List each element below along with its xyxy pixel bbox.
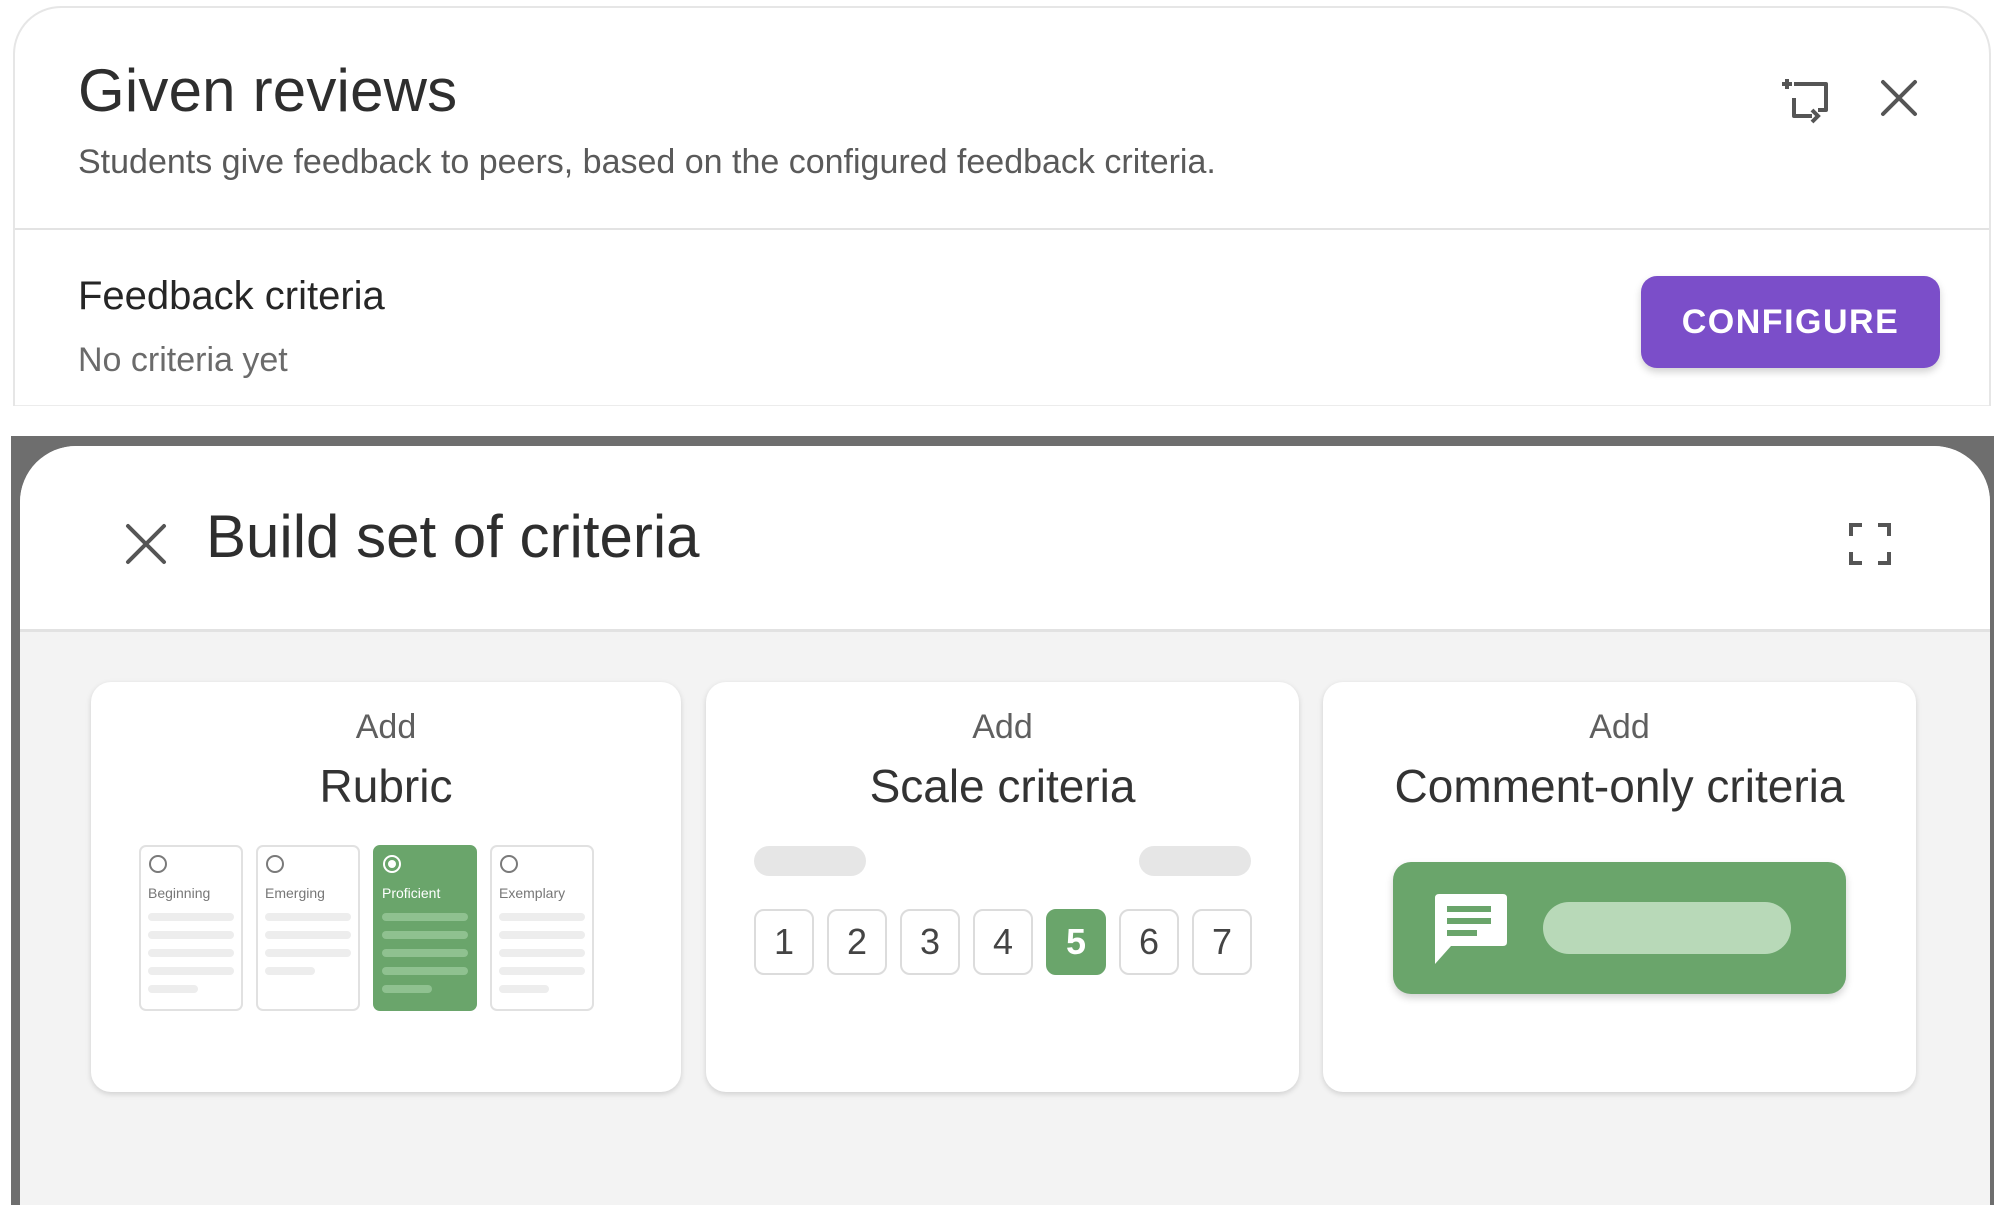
add-comment-only-criteria-card[interactable]: Add Comment-only criteria [1323,682,1916,1092]
placeholder-line [499,967,585,975]
placeholder-line [265,967,315,975]
scale-value: 7 [1192,909,1252,975]
close-glyph [1881,80,1917,116]
panel-title: Given reviews [78,57,458,124]
card-kicker: Add [1589,708,1650,746]
placeholder-line [382,967,468,975]
rubric-preview: Beginning Emerging Proficient Exemplary [139,845,599,1013]
dialog-title: Build set of criteria [206,503,700,570]
placeholder-line [148,931,234,939]
panel-header: Given reviews Students give feedback to … [78,56,1216,182]
close-glyph [126,524,166,564]
radio-icon [500,855,518,873]
configure-button[interactable]: CONFIGURE [1641,276,1940,368]
build-criteria-dialog: Build set of criteria Add Rubric Beginni… [20,446,1990,1205]
placeholder-line [382,913,468,921]
card-title: Comment-only criteria [1394,760,1845,812]
scale-value: 3 [900,909,960,975]
radio-selected-icon [383,855,401,873]
placeholder-line [148,967,234,975]
add-rubric-card[interactable]: Add Rubric Beginning Emerging Proficient… [91,682,681,1092]
divider [15,228,1989,230]
comment-icon [1435,894,1507,964]
add-to-icon[interactable] [1774,68,1838,132]
rubric-level-exemplary: Exemplary [490,845,594,1011]
placeholder-line [265,931,351,939]
card-kicker: Add [972,708,1033,746]
placeholder-line [499,931,585,939]
placeholder-line [148,949,234,957]
rubric-level-beginning: Beginning [139,845,243,1011]
placeholder-line [382,931,468,939]
feedback-criteria-status: No criteria yet [78,341,288,379]
given-reviews-panel: Given reviews Students give feedback to … [13,6,1991,406]
card-title: Rubric [319,760,453,812]
placeholder-line [382,949,468,957]
comment-text-placeholder [1543,902,1791,954]
card-kicker: Add [355,708,417,746]
card-title: Scale criteria [869,760,1136,812]
panel-subtitle: Students give feedback to peers, based o… [78,143,1216,181]
feedback-criteria-heading: Feedback criteria [78,274,385,318]
rubric-level-label: Emerging [265,885,325,901]
placeholder-line [499,949,585,957]
rubric-level-proficient: Proficient [373,845,477,1011]
placeholder-line [499,985,549,993]
comment-preview [1393,862,1846,994]
scale-max-label-placeholder [1139,846,1251,876]
placeholder-line [148,985,198,993]
placeholder-line [265,913,351,921]
placeholder-line [382,985,432,993]
radio-icon [266,855,284,873]
placeholder-line [265,949,351,957]
scale-min-label-placeholder [754,846,866,876]
scale-value: 6 [1119,909,1179,975]
fullscreen-icon[interactable] [1832,506,1908,582]
scale-value: 4 [973,909,1033,975]
scale-value: 1 [754,909,814,975]
rubric-level-label: Exemplary [499,885,566,901]
rubric-level-label: Beginning [148,885,211,901]
scale-value: 2 [827,909,887,975]
placeholder-line [148,913,234,921]
scale-value-selected: 5 [1046,909,1106,975]
add-scale-criteria-card[interactable]: Add Scale criteria 1 2 3 4 5 6 7 [706,682,1299,1092]
feedback-criteria-section: Feedback criteria No criteria yet [78,274,385,380]
placeholder-line [499,913,585,921]
rubric-level-emerging: Emerging [256,845,360,1011]
dialog-header: Build set of criteria [20,446,1990,632]
add-to-glyph [1782,79,1828,124]
close-icon[interactable] [108,506,184,582]
rubric-level-label: Proficient [382,885,441,901]
fullscreen-glyph [1849,523,1891,565]
screen: Given reviews Students give feedback to … [0,0,2000,1205]
radio-icon [149,855,167,873]
close-icon[interactable] [1867,66,1931,130]
